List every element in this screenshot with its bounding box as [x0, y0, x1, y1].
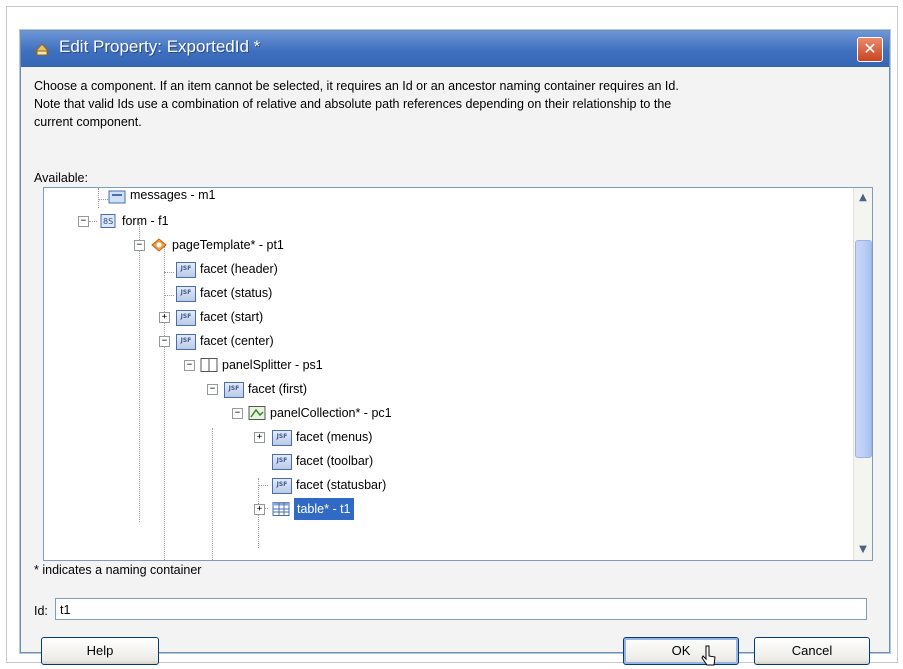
- naming-container-footnote: * indicates a naming container: [34, 563, 202, 577]
- tree-item-label: facet (toolbar): [296, 454, 374, 468]
- scroll-thumb[interactable]: [855, 240, 872, 458]
- tree-item-label: facet (start): [200, 310, 264, 324]
- expand-toggle[interactable]: +: [254, 504, 265, 515]
- collapse-toggle[interactable]: −: [159, 336, 170, 347]
- collapse-toggle[interactable]: −: [207, 384, 218, 395]
- tree-guide-line: [89, 221, 97, 222]
- help-button[interactable]: Help: [41, 637, 159, 665]
- mouse-cursor-icon: [701, 645, 716, 666]
- tree-guide-line: [98, 188, 99, 208]
- form-icon: 8S: [100, 214, 116, 228]
- instructions-line: current component.: [34, 115, 142, 129]
- messages-icon: [108, 190, 126, 204]
- jsf-facet-icon: JSF: [272, 454, 292, 470]
- tree-item-label: messages - m1: [130, 188, 216, 202]
- available-label: Available:: [34, 171, 88, 185]
- tree-guide-line: [98, 199, 108, 200]
- tree-item-label: table* - t1: [294, 498, 354, 520]
- tree-item-label: facet (status): [200, 286, 273, 300]
- panel-splitter-icon: [200, 358, 218, 372]
- id-label: Id:: [34, 604, 48, 618]
- property-icon: [33, 43, 51, 56]
- tree-scrollbar[interactable]: ▲ ▼: [853, 188, 872, 560]
- tree-guide-line: [139, 222, 140, 522]
- tree-item-label: facet (center): [200, 334, 274, 348]
- tree-item-label: form - f1: [122, 214, 169, 228]
- svg-text:8S: 8S: [103, 217, 113, 226]
- tree-guide-line: [258, 485, 268, 486]
- jsf-facet-icon: JSF: [176, 334, 196, 350]
- instructions-line: Note that valid Ids use a combination of…: [34, 97, 672, 111]
- instructions-line: Choose a component. If an item cannot be…: [34, 79, 679, 93]
- expand-toggle[interactable]: +: [254, 432, 265, 443]
- jsf-facet-icon: JSF: [224, 382, 244, 398]
- scroll-up-icon[interactable]: ▲: [855, 190, 871, 206]
- tree-item-label: facet (first): [248, 382, 308, 396]
- scroll-down-icon[interactable]: ▼: [855, 542, 871, 558]
- close-button[interactable]: ✕: [857, 37, 883, 62]
- tree-item-label: pageTemplate* - pt1: [172, 238, 284, 252]
- tree-guide-line: [164, 272, 174, 273]
- jsf-facet-icon: JSF: [272, 478, 292, 494]
- tree-viewport: messages - m1 − 8S form - f1 − pageTempl…: [44, 188, 852, 560]
- collapse-toggle[interactable]: −: [78, 216, 89, 227]
- id-input[interactable]: t1: [55, 598, 867, 620]
- expand-toggle[interactable]: +: [159, 312, 170, 323]
- cancel-button[interactable]: Cancel: [754, 637, 870, 665]
- jsf-facet-icon: JSF: [176, 262, 196, 278]
- tree-item-label: facet (header): [200, 262, 278, 276]
- jsf-facet-icon: JSF: [176, 310, 196, 326]
- jsf-facet-icon: JSF: [272, 430, 292, 446]
- tree-guide-line: [212, 428, 213, 560]
- ok-button[interactable]: OK: [623, 637, 739, 665]
- page-template-icon: [151, 238, 167, 252]
- table-icon: [272, 502, 290, 516]
- dialog-title: Edit Property: ExportedId *: [59, 37, 261, 56]
- collapse-toggle[interactable]: −: [134, 240, 145, 251]
- tree-guide-line: [164, 246, 165, 560]
- tree-item-label: facet (menus): [296, 430, 373, 444]
- jsf-facet-icon: JSF: [176, 286, 196, 302]
- dialog-titlebar[interactable]: Edit Property: ExportedId * ✕: [21, 31, 889, 67]
- tree-item-label: facet (statusbar): [296, 478, 387, 492]
- panel-collection-icon: [248, 406, 266, 420]
- collapse-toggle[interactable]: −: [232, 408, 243, 419]
- tree-item-label: panelCollection* - pc1: [270, 406, 392, 420]
- tree-guide-line: [164, 295, 174, 296]
- tree-item-label: panelSplitter - ps1: [222, 358, 323, 372]
- edit-property-dialog: Edit Property: ExportedId * ✕ Choose a c…: [20, 30, 890, 666]
- collapse-toggle[interactable]: −: [184, 360, 195, 371]
- instructions-text: Choose a component. If an item cannot be…: [34, 77, 879, 131]
- component-tree[interactable]: messages - m1 − 8S form - f1 − pageTempl…: [43, 187, 873, 561]
- dialog-content: Choose a component. If an item cannot be…: [21, 67, 889, 666]
